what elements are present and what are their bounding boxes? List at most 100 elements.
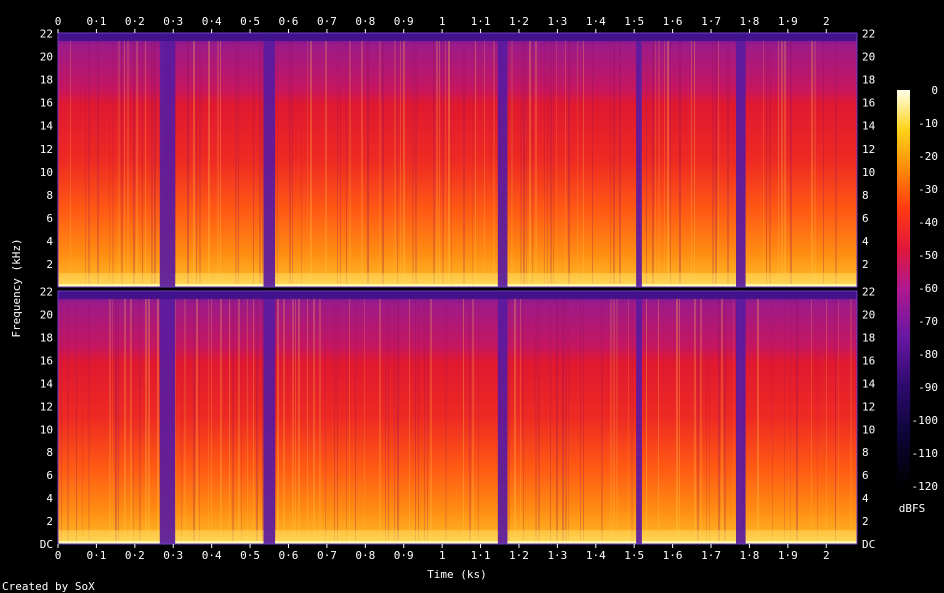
y-tick-label-left: DC <box>40 538 53 551</box>
texture-streak <box>121 41 123 285</box>
y-tick-label-right: 8 <box>862 189 869 202</box>
x-axis-top: 0 0·1 0·2 0·3 0·4 0·5 0·6 0·7 0·8 0·9 1 1·1 1·2 1·3 1·… <box>55 15 830 33</box>
texture-streak <box>340 41 341 285</box>
x-tick-label-bottom: 0 <box>55 549 62 562</box>
texture-streak <box>151 41 153 285</box>
texture-streak <box>67 299 69 542</box>
texture-streak <box>565 299 567 542</box>
texture-streak <box>484 41 485 285</box>
texture-streak <box>535 299 537 542</box>
x-axis-label: Time (ks) <box>427 568 487 581</box>
texture-streak <box>277 41 278 285</box>
quiet-segment <box>636 291 642 544</box>
texture-streak <box>469 299 471 542</box>
x-tick-label-top: 0·3 <box>163 15 183 28</box>
x-tick-label-bottom: 1 <box>439 549 446 562</box>
spectrogram-figure: 0 0·1 0·2 0·3 0·4 0·5 0·6 0·7 0·8 0·9 1 1·1 1·2 1·3 1·… <box>2 15 938 593</box>
texture-streak <box>817 299 818 542</box>
texture-streak <box>610 299 612 542</box>
texture-streak <box>379 41 381 285</box>
texture-streak <box>475 41 476 285</box>
x-tick-label-bottom: 1·1 <box>471 549 491 562</box>
x-tick-label-top: 0·1 <box>86 15 106 28</box>
quiet-segment <box>159 33 176 287</box>
y-tick-label-right: 16 <box>862 354 875 367</box>
texture-streak <box>718 41 719 285</box>
texture-streak <box>478 299 479 542</box>
texture-streak <box>112 41 114 285</box>
x-tick-label-top: 0·5 <box>240 15 260 28</box>
y-tick-label-left: 8 <box>46 189 53 202</box>
texture-streak <box>187 41 189 285</box>
texture-streak <box>397 299 399 542</box>
texture-streak <box>790 299 791 542</box>
quiet-segment <box>159 291 176 544</box>
colorbar: 0 -10 -20 -30 -40 -50 -60 -70 -80 -90 -100 -110 -120 <box>897 84 938 493</box>
x-tick-label-top: 0·8 <box>355 15 375 28</box>
texture-streak <box>412 41 414 285</box>
texture-streak <box>124 41 125 285</box>
texture-streak <box>379 299 381 542</box>
quiet-segment <box>636 33 642 287</box>
texture-streak <box>616 299 618 542</box>
texture-streak <box>520 299 521 542</box>
colorbar-gradient <box>897 90 910 486</box>
texture-streak <box>436 41 438 285</box>
y-tick-label-right: DC <box>862 538 875 551</box>
texture-streak <box>538 299 540 542</box>
spectrogram-channel-1 <box>57 32 858 288</box>
texture-streak <box>445 299 447 542</box>
texture-streak <box>256 299 258 542</box>
texture-streak <box>814 41 816 285</box>
x-tick-label-top: 1·1 <box>471 15 491 28</box>
texture-streak <box>718 299 720 542</box>
texture-streak <box>601 299 603 542</box>
texture-streak <box>778 41 779 285</box>
texture-streak <box>319 299 321 542</box>
texture-streak <box>691 41 692 285</box>
texture-streak <box>508 299 510 542</box>
x-tick-label-bottom: 1·2 <box>509 549 529 562</box>
texture-streak <box>733 299 734 542</box>
texture-streak <box>652 41 654 285</box>
texture-streak <box>220 299 222 542</box>
y-tick-label-left: 4 <box>46 235 53 248</box>
x-tick-label-top: 0 <box>55 15 62 28</box>
texture-streak <box>394 41 396 285</box>
texture-streak <box>472 299 474 542</box>
texture-streak <box>181 299 182 542</box>
texture-streak <box>664 41 665 285</box>
y-tick-label-right: 4 <box>862 235 869 248</box>
texture-streak <box>295 299 296 542</box>
quiet-segment <box>497 291 508 544</box>
x-tick-label-bottom: 0·4 <box>202 549 222 562</box>
texture-streak <box>310 41 312 285</box>
x-tick-label-bottom: 0·1 <box>86 549 106 562</box>
texture-streak <box>355 299 356 542</box>
y-tick-label-left: 6 <box>46 212 53 225</box>
texture-streak <box>694 299 696 542</box>
x-tick-label-bottom: 1·3 <box>547 549 567 562</box>
texture-streak <box>427 299 428 542</box>
colorbar-tick-label: 0 <box>931 84 938 97</box>
y-tick-label-right: 10 <box>862 166 875 179</box>
texture-streak <box>208 299 209 542</box>
texture-streak <box>448 41 450 285</box>
y-tick-label-right: 14 <box>862 377 876 390</box>
texture-streak <box>253 299 254 542</box>
colorbar-tick-label: -100 <box>912 414 939 427</box>
texture-streak <box>397 41 398 285</box>
y-tick-label-right: 22 <box>862 28 875 41</box>
texture-streak <box>526 41 527 285</box>
y-tick-label-left: 16 <box>40 97 53 110</box>
texture-streak <box>433 41 435 285</box>
texture-streak <box>424 299 425 542</box>
colorbar-unit-label: dBFS <box>899 502 926 515</box>
texture-streak <box>199 41 201 285</box>
y-tick-label-left: 20 <box>40 309 53 322</box>
credit-text: Created by SoX <box>2 580 95 593</box>
quiet-segment <box>263 291 276 544</box>
x-axis-bottom: 0 0·1 0·2 0·3 0·4 0·5 0·6 0·7 0·8 0·9 1 1·1 1·2 1·3 1·… <box>55 544 830 562</box>
texture-streak <box>592 41 593 285</box>
texture-streak <box>676 299 678 542</box>
